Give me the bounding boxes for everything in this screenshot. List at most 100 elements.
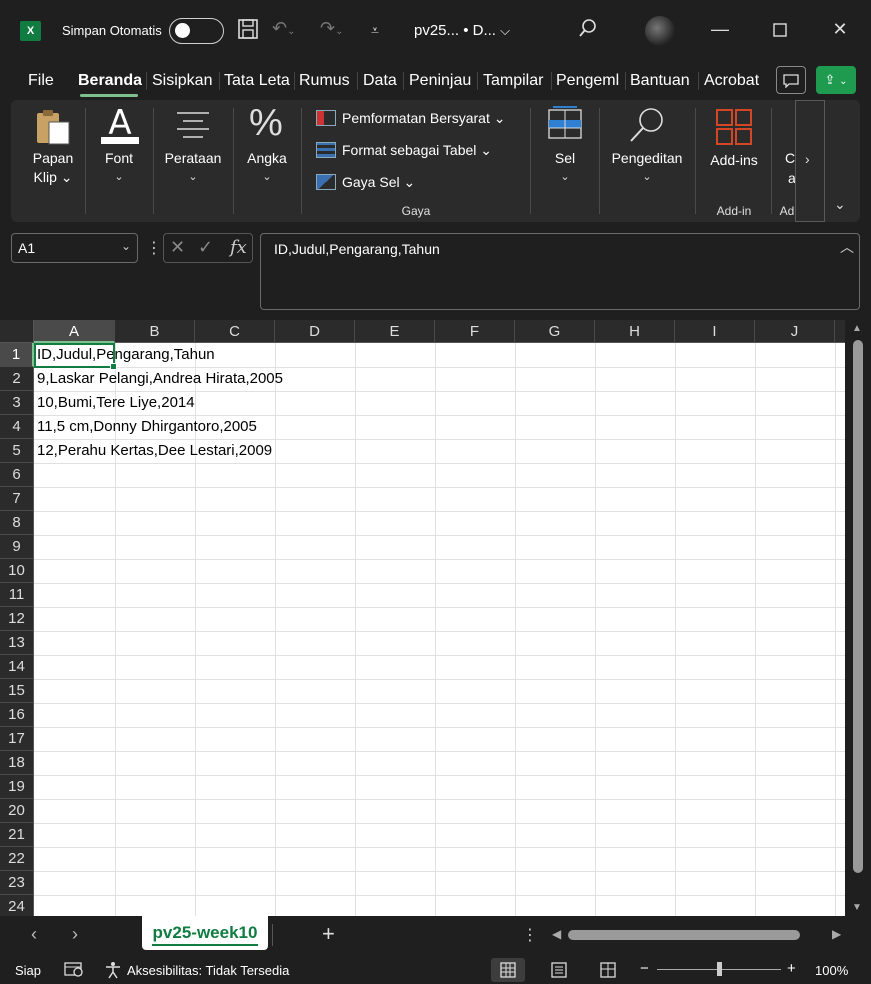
- tab-bantuan[interactable]: Bantuan: [630, 72, 690, 90]
- row-header-14[interactable]: 14: [0, 655, 34, 679]
- chevron-right-icon[interactable]: ›: [72, 924, 78, 945]
- vertical-scroll-thumb[interactable]: [853, 340, 863, 873]
- tab-data[interactable]: Data: [363, 72, 397, 90]
- share-button[interactable]: ⇪ ⌄: [816, 66, 856, 94]
- customize-qat-icon[interactable]: ⩡: [371, 22, 379, 39]
- addins-group[interactable]: Add-ins Add-in: [701, 100, 767, 222]
- tab-rumus[interactable]: Rumus: [299, 72, 350, 90]
- enter-check-icon[interactable]: ✓: [198, 237, 213, 258]
- avatar[interactable]: [645, 16, 675, 46]
- ribbon-scroll-right-button[interactable]: ›: [795, 100, 825, 222]
- vertical-scrollbar[interactable]: ▲ ▼: [845, 320, 871, 916]
- redo-icon[interactable]: ↷⌄: [320, 18, 343, 39]
- tab-file[interactable]: File: [28, 72, 54, 90]
- autosave-toggle[interactable]: [169, 18, 224, 44]
- row-header-2[interactable]: 2: [0, 367, 34, 391]
- cell-a3[interactable]: 10,Bumi,Tere Liye,2014: [37, 391, 195, 415]
- column-header-g[interactable]: G: [515, 320, 595, 343]
- normal-view-button[interactable]: [491, 958, 525, 982]
- row-header-22[interactable]: 22: [0, 847, 34, 871]
- name-box[interactable]: A1 ⌄: [11, 233, 138, 263]
- row-header-3[interactable]: 3: [0, 391, 34, 415]
- ribbon-collapse-icon[interactable]: ⌄: [834, 196, 846, 213]
- page-layout-view-button[interactable]: [542, 958, 576, 982]
- accessibility-status[interactable]: Aksesibilitas: Tidak Tersedia: [127, 963, 289, 978]
- page-break-view-button[interactable]: [591, 958, 625, 982]
- column-header-h[interactable]: H: [595, 320, 675, 343]
- select-all-corner[interactable]: [0, 320, 34, 343]
- tab-sisipkan[interactable]: Sisipkan: [152, 72, 212, 90]
- search-icon[interactable]: [578, 18, 598, 43]
- row-header-20[interactable]: 20: [0, 799, 34, 823]
- row-header-12[interactable]: 12: [0, 607, 34, 631]
- cells-group[interactable]: Sel ⌄: [533, 100, 597, 222]
- row-header-13[interactable]: 13: [0, 631, 34, 655]
- row-header-9[interactable]: 9: [0, 535, 34, 559]
- column-header-j[interactable]: J: [755, 320, 835, 343]
- tab-tata-letak[interactable]: Tata Leta: [224, 72, 290, 90]
- column-header-k[interactable]: [835, 320, 845, 343]
- zoom-slider-handle[interactable]: [717, 962, 722, 976]
- formula-input[interactable]: ID,Judul,Pengarang,Tahun ︿: [260, 233, 860, 310]
- more-options-icon[interactable]: ⋮: [522, 925, 538, 945]
- more-options-icon[interactable]: ⋮: [146, 238, 162, 258]
- row-header-19[interactable]: 19: [0, 775, 34, 799]
- maximize-icon[interactable]: [765, 14, 795, 44]
- row-header-6[interactable]: 6: [0, 463, 34, 487]
- alignment-group[interactable]: Perataan ⌄: [159, 100, 235, 222]
- chevron-down-icon[interactable]: ⌄: [121, 239, 131, 253]
- close-icon[interactable]: ✕: [825, 14, 855, 44]
- comments-button[interactable]: [776, 66, 806, 94]
- zoom-level[interactable]: 100%: [815, 963, 848, 978]
- undo-icon[interactable]: ↶⌄: [272, 18, 295, 39]
- clipboard-group[interactable]: Papan Klip ⌄: [21, 100, 85, 222]
- number-group[interactable]: % Angka ⌄: [237, 100, 299, 222]
- column-header-c[interactable]: C: [195, 320, 275, 343]
- cell-styles-button[interactable]: Gaya Sel ⌄: [316, 174, 415, 191]
- zoom-in-button[interactable]: +: [787, 960, 796, 977]
- accessibility-icon[interactable]: [104, 961, 122, 982]
- row-header-15[interactable]: 15: [0, 679, 34, 703]
- column-header-e[interactable]: E: [355, 320, 435, 343]
- tab-tampilan[interactable]: Tampilar: [483, 72, 549, 90]
- row-header-18[interactable]: 18: [0, 751, 34, 775]
- row-header-7[interactable]: 7: [0, 487, 34, 511]
- row-header-5[interactable]: 5: [0, 439, 34, 463]
- row-header-21[interactable]: 21: [0, 823, 34, 847]
- tab-acrobat[interactable]: Acrobat: [704, 72, 759, 90]
- row-header-17[interactable]: 17: [0, 727, 34, 751]
- scroll-down-icon[interactable]: ▼: [852, 902, 862, 913]
- row-header-11[interactable]: 11: [0, 583, 34, 607]
- cell-a4[interactable]: 11,5 cm,Donny Dhirgantoro,2005: [37, 415, 257, 439]
- tab-pengembang[interactable]: Pengeml: [556, 72, 622, 90]
- row-header-24[interactable]: 24: [0, 895, 34, 916]
- row-header-23[interactable]: 23: [0, 871, 34, 895]
- column-header-i[interactable]: I: [675, 320, 755, 343]
- row-header-16[interactable]: 16: [0, 703, 34, 727]
- column-header-b[interactable]: B: [115, 320, 195, 343]
- macro-recording-icon[interactable]: [64, 961, 84, 980]
- scroll-left-icon[interactable]: ◀: [552, 927, 561, 941]
- collapse-formula-bar-icon[interactable]: ︿: [840, 237, 854, 257]
- cell-a5[interactable]: 12,Perahu Kertas,Dee Lestari,2009: [37, 439, 272, 463]
- zoom-out-button[interactable]: −: [640, 960, 649, 977]
- tab-peninjau[interactable]: Peninjau: [409, 72, 471, 90]
- cell-a2[interactable]: 9,Laskar Pelangi,Andrea Hirata,2005: [37, 367, 283, 391]
- format-as-table-button[interactable]: Format sebagai Tabel ⌄: [316, 142, 492, 159]
- column-header-f[interactable]: F: [435, 320, 515, 343]
- column-header-a[interactable]: A: [34, 320, 115, 343]
- column-header-d[interactable]: D: [275, 320, 355, 343]
- sheet-tab-pv25-week10[interactable]: pv25-week10: [142, 916, 268, 950]
- spreadsheet-grid[interactable]: A B C D E F G H I J 1 2 3 4 5 6 7 8 9 10…: [0, 320, 845, 916]
- save-icon[interactable]: [237, 18, 259, 45]
- editing-group[interactable]: Pengeditan ⌄: [605, 100, 693, 222]
- tab-beranda[interactable]: Beranda: [78, 72, 142, 90]
- horizontal-scroll-thumb[interactable]: [568, 930, 800, 940]
- document-title[interactable]: pv25... • D... ⌵: [414, 22, 510, 39]
- row-header-4[interactable]: 4: [0, 415, 34, 439]
- add-sheet-button[interactable]: +: [322, 921, 335, 947]
- scroll-right-icon[interactable]: ▶: [832, 927, 841, 941]
- minimize-icon[interactable]: —: [705, 14, 735, 44]
- chevron-left-icon[interactable]: ‹: [31, 924, 37, 945]
- scroll-up-icon[interactable]: ▲: [852, 323, 862, 334]
